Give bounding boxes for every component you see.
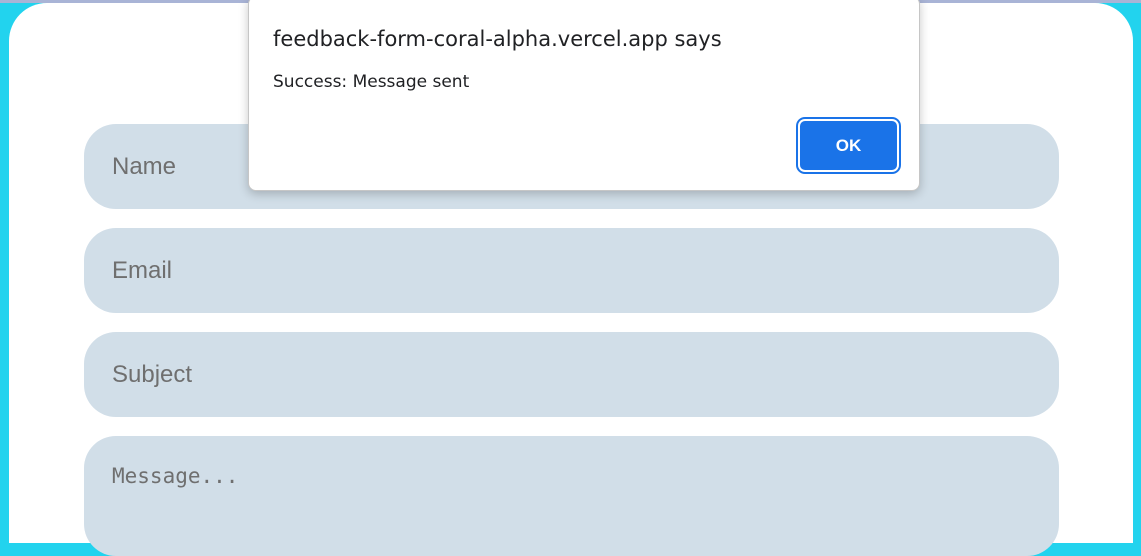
alert-title: feedback-form-coral-alpha.vercel.app say… bbox=[273, 27, 722, 51]
message-textarea[interactable] bbox=[84, 436, 1059, 556]
ok-button[interactable]: OK bbox=[800, 121, 897, 170]
subject-input[interactable] bbox=[84, 332, 1059, 417]
alert-dialog: feedback-form-coral-alpha.vercel.app say… bbox=[248, 0, 920, 191]
email-input[interactable] bbox=[84, 228, 1059, 313]
alert-message: Success: Message sent bbox=[273, 72, 470, 92]
